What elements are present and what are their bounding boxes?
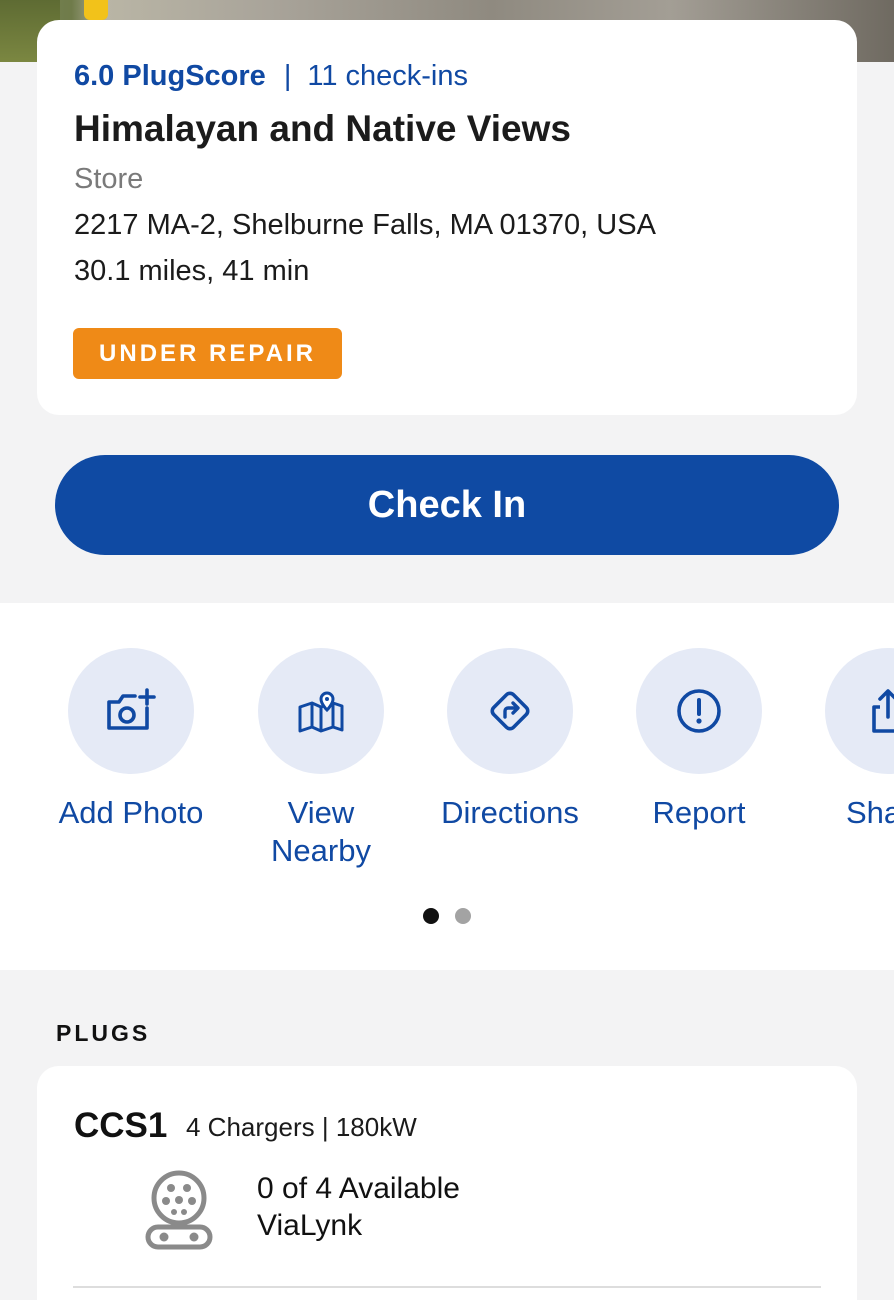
view-nearby-button[interactable]: View Nearby — [221, 648, 421, 870]
directions-icon — [490, 691, 530, 731]
score-row: 6.0 PlugScore | 11 check-ins — [74, 60, 468, 93]
checkins-count[interactable]: 11 check-ins — [307, 60, 468, 92]
station-address[interactable]: 2217 MA-2, Shelburne Falls, MA 01370, US… — [74, 209, 656, 242]
report-button[interactable]: Report — [599, 648, 799, 832]
report-circle — [636, 648, 762, 774]
station-category: Store — [74, 163, 144, 195]
share-label: Sha — [846, 795, 894, 830]
actions-carousel[interactable]: Add Photo View Nearby Directions Report … — [0, 603, 894, 970]
share-button[interactable]: Sha — [788, 648, 894, 832]
photo-post — [84, 0, 108, 20]
page-dot-1[interactable] — [423, 908, 439, 924]
directions-label: Directions — [441, 795, 579, 830]
plug-network: ViaLynk — [257, 1209, 363, 1242]
status-badge: UNDER REPAIR — [73, 328, 342, 379]
plug-name: CCS1 — [74, 1106, 168, 1145]
plug-specs: 4 Chargers | 180kW — [186, 1112, 417, 1142]
station-info-card: 6.0 PlugScore | 11 check-ins Himalayan and… — [37, 20, 857, 415]
plug-divider — [73, 1286, 821, 1288]
share-circle — [825, 648, 894, 774]
carousel-pagination[interactable] — [423, 908, 471, 924]
check-in-button[interactable]: Check In — [55, 455, 839, 555]
view-nearby-circle — [258, 648, 384, 774]
plugscore[interactable]: 6.0 PlugScore — [74, 60, 266, 92]
score-separator: | — [283, 60, 292, 92]
directions-button[interactable]: Directions — [410, 648, 610, 832]
plug-availability: 0 of 4 Available — [257, 1172, 460, 1205]
add-photo-circle — [68, 648, 194, 774]
map-pin-icon — [298, 691, 344, 733]
add-photo-label: Add Photo — [58, 795, 204, 830]
directions-circle — [447, 648, 573, 774]
add-photo-icon — [107, 688, 156, 730]
ccs1-connector-icon — [145, 1170, 213, 1250]
plug-card[interactable]: CCS1 4 Chargers | 180kW 0 of 4 Available… — [37, 1066, 857, 1300]
report-label: Report — [652, 795, 746, 830]
page-dot-2[interactable] — [455, 908, 471, 924]
station-name: Himalayan and Native Views — [74, 108, 571, 149]
share-icon — [872, 689, 894, 733]
plugs-heading: PLUGS — [56, 1020, 151, 1046]
view-nearby-label: View Nearby — [271, 795, 371, 868]
station-distance: 30.1 miles, 41 min — [74, 255, 310, 287]
report-icon — [677, 689, 721, 733]
add-photo-button[interactable]: Add Photo — [31, 648, 231, 832]
